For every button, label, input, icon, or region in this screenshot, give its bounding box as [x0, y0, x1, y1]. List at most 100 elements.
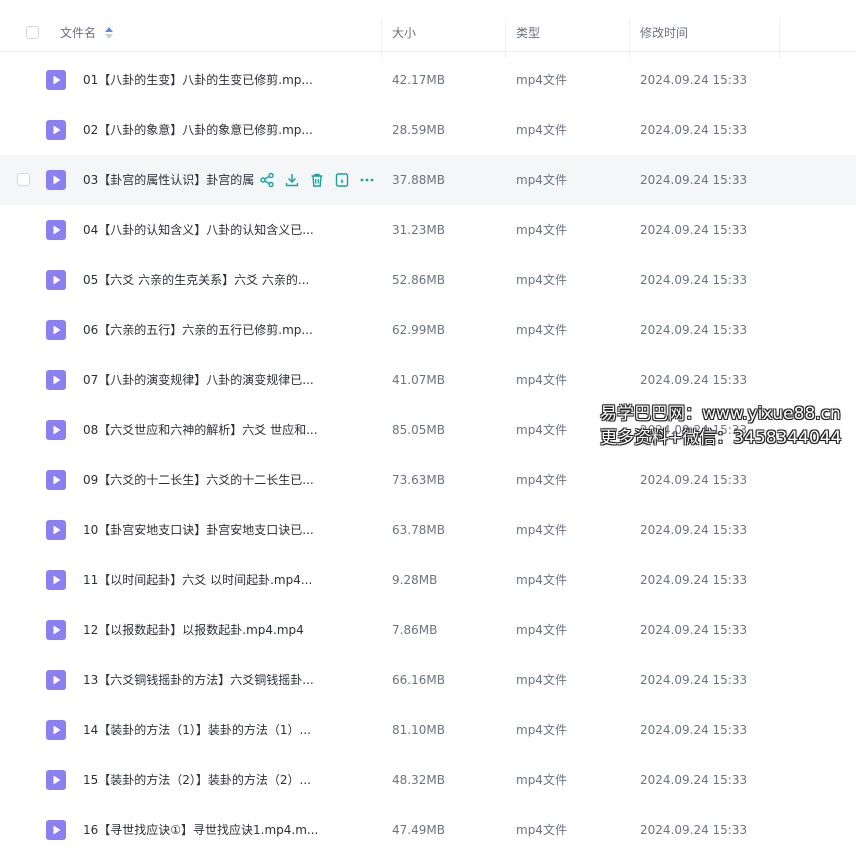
file-name[interactable]: 06【六亲的五行】六亲的五行已修剪.mp... [83, 305, 313, 355]
file-type: mp4文件 [516, 623, 567, 637]
info-icon[interactable] [333, 171, 351, 189]
file-size: 73.63MB [392, 473, 445, 487]
file-name[interactable]: 16【寻世找应诀①】寻世找应诀1.mp4.m... [83, 805, 318, 855]
file-row[interactable]: 12【以报数起卦】以报数起卦.mp4.mp4 7.86MB mp4文件 2024… [0, 605, 856, 655]
download-icon[interactable] [283, 171, 301, 189]
file-size: 62.99MB [392, 323, 445, 337]
column-time-label: 修改时间 [640, 26, 689, 40]
file-name[interactable]: 12【以报数起卦】以报数起卦.mp4.mp4 [83, 605, 304, 655]
delete-icon[interactable] [308, 171, 326, 189]
file-name[interactable]: 05【六爻 六亲的生克关系】六爻 六亲的... [83, 255, 309, 305]
file-size: 7.86MB [392, 623, 438, 637]
file-row[interactable]: 06【六亲的五行】六亲的五行已修剪.mp... 62.99MB mp4文件 20… [0, 305, 856, 355]
file-row[interactable]: 11【以时间起卦】六爻 以时间起卦.mp4... 9.28MB mp4文件 20… [0, 555, 856, 605]
file-type: mp4文件 [516, 373, 567, 387]
file-size: 63.78MB [392, 523, 445, 537]
video-file-icon [46, 170, 66, 190]
column-divider [779, 18, 780, 58]
column-size-label: 大小 [392, 26, 417, 40]
file-modified-time: 2024.09.24 15:33 [640, 573, 748, 587]
column-divider [505, 18, 506, 58]
file-name[interactable]: 15【装卦的方法（2）】装卦的方法（2）... [83, 755, 311, 805]
file-name[interactable]: 01【八卦的生变】八卦的生变已修剪.mp... [83, 55, 313, 105]
video-file-icon [46, 220, 66, 240]
file-row[interactable]: 09【六爻的十二长生】六爻的十二长生已... 73.63MB mp4文件 202… [0, 455, 856, 505]
file-name[interactable]: 09【六爻的十二长生】六爻的十二长生已... [83, 455, 314, 505]
column-header-size[interactable]: 大小 [392, 0, 416, 52]
file-size: 31.23MB [392, 223, 445, 237]
column-divider [629, 18, 630, 58]
file-size: 9.28MB [392, 573, 438, 587]
file-modified-time: 2024.09.24 15:33 [640, 723, 748, 737]
file-list-header: 文件名 大小 类型 修改时间 [0, 0, 856, 58]
file-modified-time: 2024.09.24 15:33 [640, 523, 748, 537]
file-name[interactable]: 02【八卦的象意】八卦的象意已修剪.mp... [83, 105, 313, 155]
file-size: 37.88MB [392, 173, 445, 187]
file-type: mp4文件 [516, 723, 567, 737]
watermark-line-1: 易学巴巴网：www.yixue88.cn [600, 404, 841, 424]
file-type: mp4文件 [516, 573, 567, 587]
video-file-icon [46, 820, 66, 840]
sort-arrows-icon[interactable] [105, 27, 113, 39]
video-file-icon [46, 670, 66, 690]
file-row[interactable]: 15【装卦的方法（2）】装卦的方法（2）... 48.32MB mp4文件 20… [0, 755, 856, 805]
file-type: mp4文件 [516, 223, 567, 237]
file-size: 42.17MB [392, 73, 445, 87]
file-name[interactable]: 07【八卦的演变规律】八卦的演变规律已... [83, 355, 314, 405]
file-type: mp4文件 [516, 673, 567, 687]
file-modified-time: 2024.09.24 15:33 [640, 323, 748, 337]
video-file-icon [46, 420, 66, 440]
file-name[interactable]: 14【装卦的方法（1）】装卦的方法（1）... [83, 705, 311, 755]
file-size: 66.16MB [392, 673, 445, 687]
file-type: mp4文件 [516, 773, 567, 787]
file-row[interactable]: 05【六爻 六亲的生克关系】六爻 六亲的... 52.86MB mp4文件 20… [0, 255, 856, 305]
file-modified-time: 2024.09.24 15:33 [640, 473, 748, 487]
video-file-icon [46, 370, 66, 390]
column-header-type[interactable]: 类型 [516, 0, 540, 52]
file-row[interactable]: 02【八卦的象意】八卦的象意已修剪.mp... 28.59MB mp4文件 20… [0, 105, 856, 155]
file-name[interactable]: 11【以时间起卦】六爻 以时间起卦.mp4... [83, 555, 312, 605]
file-row[interactable]: 10【卦宫安地支口诀】卦宫安地支口诀已... 63.78MB mp4文件 202… [0, 505, 856, 555]
column-header-modified-time[interactable]: 修改时间 [640, 0, 688, 52]
file-row[interactable]: 03【卦宫的属性认识】卦宫的属 37.88MB mp4文件 2024.09.24… [0, 155, 856, 205]
file-row[interactable]: 01【八卦的生变】八卦的生变已修剪.mp... 42.17MB mp4文件 20… [0, 55, 856, 105]
file-size: 85.05MB [392, 423, 445, 437]
file-type: mp4文件 [516, 523, 567, 537]
share-icon[interactable] [258, 171, 276, 189]
file-name[interactable]: 13【六爻铜钱摇卦的方法】六爻铜钱摇卦... [83, 655, 314, 705]
file-row[interactable]: 13【六爻铜钱摇卦的方法】六爻铜钱摇卦... 66.16MB mp4文件 202… [0, 655, 856, 705]
file-type: mp4文件 [516, 73, 567, 87]
file-size: 47.49MB [392, 823, 445, 837]
file-name[interactable]: 03【卦宫的属性认识】卦宫的属 [83, 155, 254, 205]
file-type: mp4文件 [516, 123, 567, 137]
file-size: 52.86MB [392, 273, 445, 287]
more-icon[interactable] [358, 171, 376, 189]
row-checkbox[interactable] [17, 173, 30, 186]
select-all-checkbox[interactable] [26, 26, 39, 39]
file-row[interactable]: 14【装卦的方法（1）】装卦的方法（1）... 81.10MB mp4文件 20… [0, 705, 856, 755]
file-modified-time: 2024.09.24 15:33 [640, 173, 748, 187]
file-row[interactable]: 04【八卦的认知含义】八卦的认知含义已... 31.23MB mp4文件 202… [0, 205, 856, 255]
file-row[interactable]: 07【八卦的演变规律】八卦的演变规律已... 41.07MB mp4文件 202… [0, 355, 856, 405]
video-file-icon [46, 270, 66, 290]
file-row[interactable]: 16【寻世找应诀①】寻世找应诀1.mp4.m... 47.49MB mp4文件 … [0, 805, 856, 855]
column-header-name[interactable]: 文件名 [60, 0, 96, 52]
file-modified-time: 2024.09.24 15:33 [640, 823, 748, 837]
file-type: mp4文件 [516, 173, 567, 187]
video-file-icon [46, 70, 66, 90]
file-name[interactable]: 10【卦宫安地支口诀】卦宫安地支口诀已... [83, 505, 314, 555]
watermark-line-2: 更多资料+微信：3458344044 [600, 428, 842, 448]
file-name[interactable]: 08【六爻世应和六神的解析】六爻 世应和... [83, 405, 318, 455]
file-size: 41.07MB [392, 373, 445, 387]
file-modified-time: 2024.09.24 15:33 [640, 773, 748, 787]
video-file-icon [46, 570, 66, 590]
column-name-label: 文件名 [60, 26, 97, 40]
file-modified-time: 2024.09.24 15:33 [640, 123, 748, 137]
video-file-icon [46, 520, 66, 540]
file-name[interactable]: 04【八卦的认知含义】八卦的认知含义已... [83, 205, 314, 255]
file-type: mp4文件 [516, 823, 567, 837]
file-modified-time: 2024.09.24 15:33 [640, 623, 748, 637]
video-file-icon [46, 770, 66, 790]
file-modified-time: 2024.09.24 15:33 [640, 73, 748, 87]
file-type: mp4文件 [516, 273, 567, 287]
